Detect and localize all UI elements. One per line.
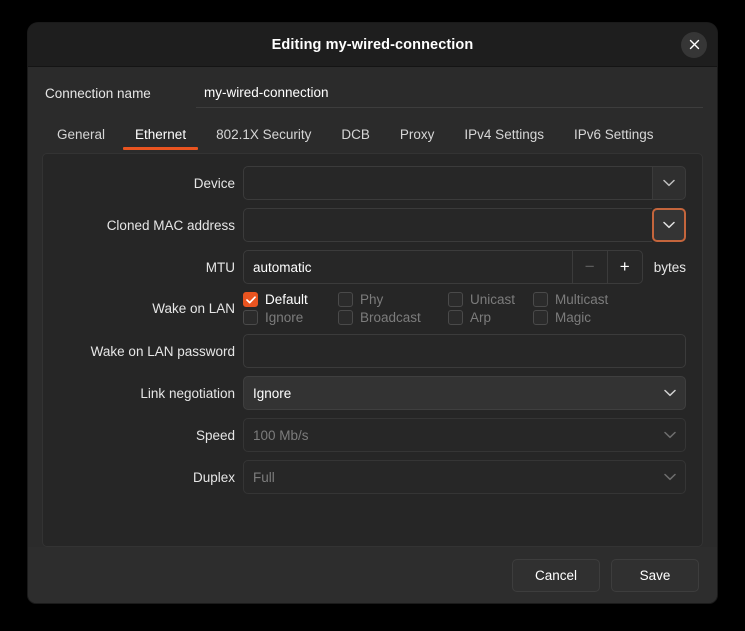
cloned-mac-label: Cloned MAC address: [106, 217, 235, 233]
mtu-units-label: bytes: [653, 259, 686, 275]
mtu-input[interactable]: [244, 259, 572, 275]
tab-ethernet[interactable]: Ethernet: [120, 127, 201, 150]
cloned-mac-input[interactable]: [243, 208, 652, 242]
checkbox-label: Ignore: [265, 310, 304, 325]
device-row: Device: [51, 166, 686, 200]
checkbox-phy[interactable]: Phy: [338, 292, 448, 307]
dialog-footer: Cancel Save: [28, 547, 717, 603]
link-negotiation-value: Ignore: [253, 385, 292, 401]
checkbox-box: [243, 310, 258, 325]
wake-on-lan-row: Wake on LAN Default Phy Unicast Multicas…: [51, 292, 686, 325]
tab-dcb[interactable]: DCB: [326, 127, 385, 150]
checkbox-box: [338, 310, 353, 325]
checkbox-box: [448, 292, 463, 307]
tab-8021x-security[interactable]: 802.1X Security: [201, 127, 326, 150]
device-dropdown-button[interactable]: [652, 166, 686, 200]
link-negotiation-dropdown[interactable]: Ignore: [243, 376, 686, 410]
checkbox-box: [533, 310, 548, 325]
chevron-down-icon: [664, 431, 676, 439]
duplex-label: Duplex: [192, 469, 235, 485]
checkbox-magic[interactable]: Magic: [533, 310, 686, 325]
checkbox-box: [338, 292, 353, 307]
checkbox-label: Arp: [470, 310, 492, 325]
connection-name-input[interactable]: [196, 78, 703, 108]
tab-ipv6-settings[interactable]: IPv6 Settings: [559, 127, 669, 150]
duplex-value: Full: [253, 469, 275, 485]
mtu-row: MTU − + bytes: [51, 250, 686, 284]
speed-value: 100 Mb/s: [253, 427, 309, 443]
duplex-dropdown[interactable]: Full: [243, 460, 686, 494]
chevron-down-icon: [663, 221, 675, 229]
edit-connection-dialog: Editing my-wired-connection Connection n…: [28, 23, 717, 603]
mtu-label: MTU: [205, 259, 235, 275]
tab-general[interactable]: General: [42, 127, 120, 150]
wol-password-label: Wake on LAN password: [90, 343, 235, 359]
cloned-mac-row: Cloned MAC address: [51, 208, 686, 242]
checkbox-box: [533, 292, 548, 307]
tab-proxy[interactable]: Proxy: [385, 127, 450, 150]
checkbox-label: Default: [265, 292, 308, 307]
checkbox-label: Broadcast: [360, 310, 421, 325]
tab-ipv4-settings[interactable]: IPv4 Settings: [449, 127, 559, 150]
speed-label: Speed: [195, 427, 235, 443]
checkbox-box: [243, 292, 258, 307]
cloned-mac-combo: [243, 208, 686, 242]
window-title: Editing my-wired-connection: [271, 36, 474, 53]
link-negotiation-label: Link negotiation: [140, 385, 235, 401]
link-negotiation-row: Link negotiation Ignore: [51, 376, 686, 410]
checkbox-label: Unicast: [470, 292, 516, 307]
connection-name-row: Connection name: [28, 67, 717, 117]
checkbox-label: Phy: [360, 292, 384, 307]
device-combo: [243, 166, 686, 200]
chevron-down-icon: [664, 389, 676, 397]
close-glyph: [689, 39, 699, 50]
checkbox-ignore[interactable]: Ignore: [243, 310, 338, 325]
duplex-row: Duplex Full: [51, 460, 686, 494]
checkbox-default[interactable]: Default: [243, 292, 338, 307]
connection-name-label: Connection name: [45, 85, 151, 101]
checkbox-multicast[interactable]: Multicast: [533, 292, 686, 307]
cancel-button[interactable]: Cancel: [512, 558, 600, 592]
wol-password-input[interactable]: [243, 334, 686, 368]
checkbox-broadcast[interactable]: Broadcast: [338, 310, 448, 325]
speed-dropdown[interactable]: 100 Mb/s: [243, 418, 686, 452]
save-button[interactable]: Save: [611, 558, 699, 592]
cloned-mac-dropdown-button[interactable]: [652, 208, 686, 242]
checkbox-arp[interactable]: Arp: [448, 310, 533, 325]
device-input[interactable]: [243, 166, 652, 200]
checkbox-box: [448, 310, 463, 325]
check-icon: [245, 295, 256, 303]
device-label: Device: [193, 175, 235, 191]
mtu-increment-button[interactable]: +: [606, 251, 642, 283]
mtu-spinner: − +: [243, 250, 643, 284]
checkbox-label: Multicast: [555, 292, 609, 307]
tab-bar: General Ethernet 802.1X Security DCB Pro…: [28, 117, 717, 150]
mtu-decrement-button[interactable]: −: [571, 251, 607, 283]
wake-on-lan-options: Default Phy Unicast Multicast Ignore Bro…: [243, 292, 686, 325]
ethernet-tab-panel: Device Cloned MAC address MTU automatic …: [42, 153, 703, 547]
close-icon[interactable]: [681, 31, 707, 58]
speed-row: Speed 100 Mb/s: [51, 418, 686, 452]
chevron-down-icon: [664, 473, 676, 481]
wol-password-row: Wake on LAN password: [51, 334, 686, 368]
checkbox-label: Magic: [555, 310, 592, 325]
checkbox-unicast[interactable]: Unicast: [448, 292, 533, 307]
titlebar: Editing my-wired-connection: [28, 23, 717, 67]
chevron-down-icon: [663, 179, 675, 187]
wake-on-lan-label: Wake on LAN: [152, 301, 235, 316]
